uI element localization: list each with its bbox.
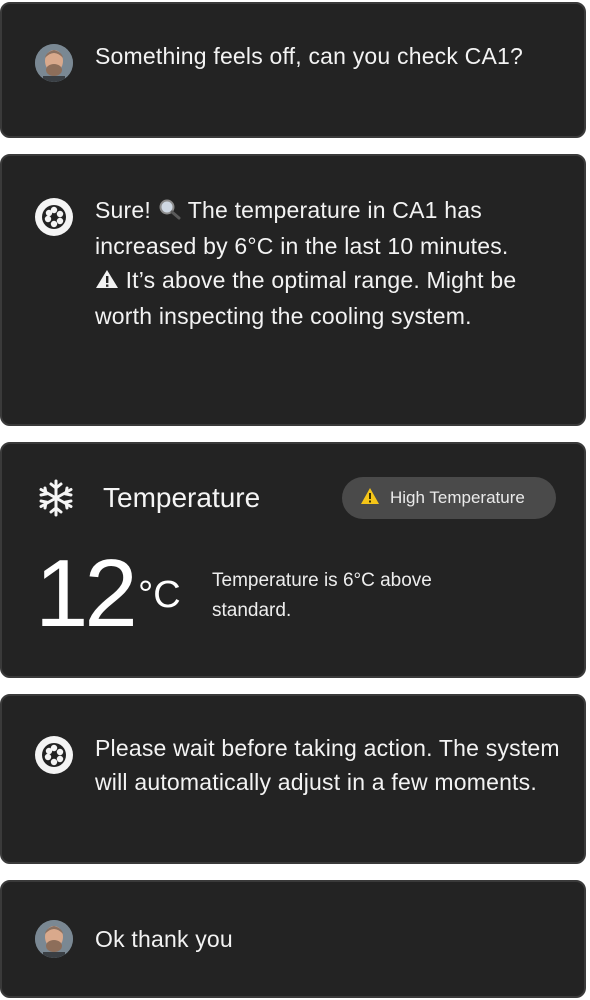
user-avatar (35, 44, 73, 82)
message-sure: Sure! (95, 197, 151, 223)
assistant-logo-icon (35, 736, 73, 774)
status-badge[interactable]: High Temperature (342, 477, 556, 519)
user-avatar (35, 920, 73, 958)
message-text: Something feels off, can you check CA1? (95, 43, 524, 69)
message-text: Please wait before taking action. The sy… (95, 735, 560, 795)
assistant-logo-icon (35, 198, 73, 236)
assistant-message-card: Please wait before taking action. The sy… (0, 694, 586, 864)
warning-icon (360, 487, 380, 510)
user-message-card: Ok thank you (0, 880, 586, 998)
message-line2: It’s above the optimal range. Might be w… (95, 267, 517, 329)
temperature-value: 12 (35, 540, 138, 647)
magnifier-icon (158, 195, 182, 229)
user-message-card: Something feels off, can you check CA1? (0, 2, 586, 138)
temperature-note: Temperature is 6°C above standard. (212, 570, 432, 621)
temperature-unit: °C (138, 574, 181, 616)
message-text: Sure! The temperature in CA1 has increas… (95, 193, 564, 333)
status-badge-label: High Temperature (390, 488, 525, 507)
temperature-widget: Temperature High Temperature 12 °C Tempe… (0, 442, 586, 678)
assistant-message-card: Sure! The temperature in CA1 has increas… (0, 154, 586, 426)
message-text: Ok thank you (95, 926, 233, 952)
snowflake-icon (36, 478, 76, 523)
widget-title: Temperature (103, 482, 261, 513)
warning-icon (95, 265, 119, 299)
